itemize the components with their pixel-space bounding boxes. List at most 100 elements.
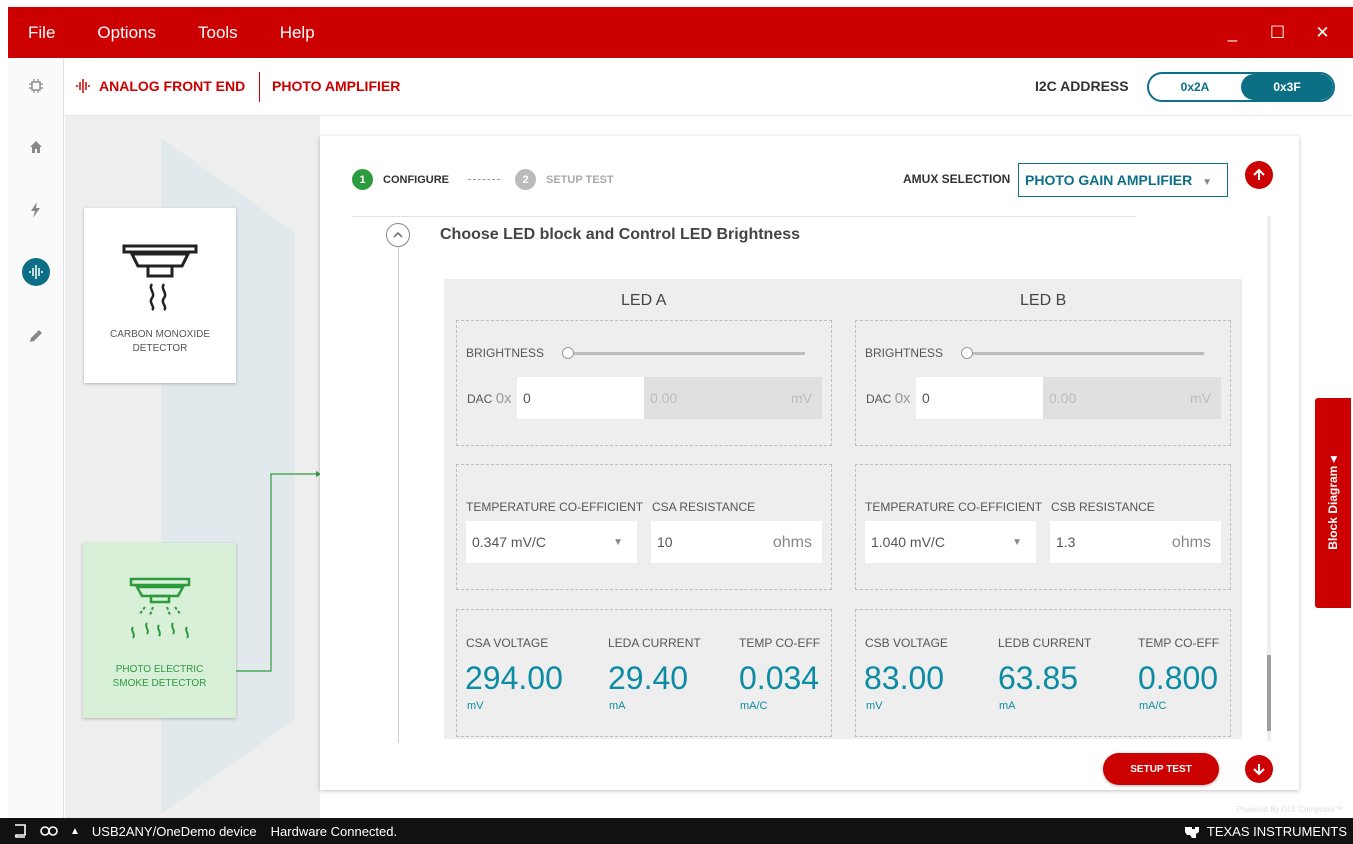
led-a-tc-dropdown[interactable]: 0.347 mV/C ▼ [466,521,637,563]
led-a-current-value: 29.40 [608,660,689,696]
step-configure[interactable]: 1 CONFIGURE [352,169,449,190]
section-title: Choose LED block and Control LED Brightn… [440,226,801,243]
led-b-readings-group: CSB VOLTAGE LEDB CURRENT TEMP CO-EFF 83.… [855,609,1231,737]
led-b-tc-dropdown[interactable]: 1.040 mV/C ▼ [865,521,1036,563]
analog-front-end-tab[interactable]: ANALOG FRONT END [75,78,245,94]
led-a-settings-group: TEMPERATURE CO-EFFICIENT CSA RESISTANCE … [456,464,832,590]
led-b-res-input[interactable]: 1.3 ohms [1050,521,1221,563]
amux-selection-dropdown[interactable]: PHOTO GAIN AMPLIFIER ▼ [1018,163,1228,197]
led-a-current-label: LEDA CURRENT [608,636,701,650]
led-b-current-label: LEDB CURRENT [998,636,1092,650]
led-a-mv-readout: 0.00 mV [644,377,822,419]
led-b-dac-label: DAC 0x [866,390,911,407]
led-b-brightness-slider[interactable] [966,352,1204,355]
ti-logo-icon [1184,826,1199,838]
led-a-tempcoeff-label: TEMP CO-EFF [739,636,821,650]
led-a-brightness-knob[interactable] [562,347,574,359]
led-b-brightness-label: BRIGHTNESS [865,346,944,360]
photo-amplifier-label[interactable]: PHOTO AMPLIFIER [272,78,400,94]
connector-line [236,471,321,672]
led-b-tempcoeff-value: 0.800 [1138,660,1219,696]
led-a-title: LED A [621,292,667,309]
led-b-mv-readout: 0.00 mV [1043,377,1221,419]
window-controls: _ ☐ ✕ [1210,7,1345,58]
minimize-button[interactable]: _ [1210,23,1255,43]
scrollbar-thumb[interactable] [1267,655,1271,731]
smoke-detector-icon [129,577,191,639]
led-b-res-label: CSB RESISTANCE [1051,500,1155,514]
carbon-monoxide-detector-card[interactable]: CARBON MONOXIDE DETECTOR [84,208,236,383]
connection-status: Hardware Connected. [270,823,398,839]
menu-tools[interactable]: Tools [177,23,259,43]
menu-bar: File Options Tools Help _ ☐ ✕ [8,7,1353,58]
i2c-option-0x3f[interactable]: 0x3F [1241,74,1333,100]
section-timeline [398,247,399,743]
led-b-current-value: 63.85 [998,660,1079,696]
i2c-address-toggle: 0x2A 0x3F [1147,72,1335,102]
led-a-dac-label: DAC 0x [467,390,512,407]
co-detector-icon [122,244,198,311]
led-a-tempcoeff-unit: mA/C [740,700,768,712]
block-diagram-label: Block Diagram ◂ [1326,456,1340,550]
page-header: ANALOG FRONT END PHOTO AMPLIFIER I2C ADD… [65,58,1353,116]
led-a-current-unit: mA [609,700,626,712]
led-b-brightness-group: BRIGHTNESS DAC 0x 0 0.00 mV [855,320,1231,446]
setup-test-button[interactable]: SETUP TEST [1103,753,1219,785]
led-a-dac-input[interactable]: 0 [517,377,644,419]
home-icon[interactable] [22,133,50,161]
icon-sidebar [8,58,64,818]
link-icon[interactable] [40,825,58,837]
led-a-voltage-unit: mV [467,700,484,712]
led-b-title: LED B [1020,292,1067,309]
photo-electric-smoke-detector-card[interactable]: PHOTO ELECTRIC SMOKE DETECTOR [83,543,236,718]
co-detector-label-1: CARBON MONOXIDE [109,329,210,340]
configure-panel: 1 CONFIGURE 2 SETUP TEST AMUX SELECTION … [320,136,1299,790]
collapse-chevron-up-icon[interactable] [386,223,410,247]
step-connector [468,179,500,180]
led-a-tc-label: TEMPERATURE CO-EFFICIENT [466,500,644,514]
close-button[interactable]: ✕ [1300,23,1345,43]
waveform-icon[interactable] [22,258,50,286]
led-a-brightness-slider[interactable] [567,352,805,355]
caret-up-icon[interactable]: ▲ [70,826,80,837]
step1-label: CONFIGURE [383,173,449,186]
i2c-option-0x2a[interactable]: 0x2A [1149,74,1241,100]
led-b-current-unit: mA [999,700,1016,712]
menu-file[interactable]: File [8,23,76,43]
block-diagram-tab[interactable]: Block Diagram ◂ [1315,398,1351,608]
flash-icon[interactable] [22,196,50,224]
chip-icon[interactable] [22,72,50,100]
led-b-dac-input[interactable]: 0 [916,377,1043,419]
led-a-tempcoeff-value: 0.034 [739,660,820,696]
block-diagram-area: CARBON MONOXIDE DETECTOR PHOTO ELECTRIC … [65,116,321,818]
device-label: USB2ANY/OneDemo device [91,823,257,839]
book-icon[interactable] [12,824,28,838]
arrow-down-icon[interactable] [1245,755,1273,783]
led-a-res-label: CSA RESISTANCE [652,500,756,514]
step-setup-test[interactable]: 2 SETUP TEST [515,169,614,190]
step1-number: 1 [352,169,373,190]
arrow-up-icon[interactable] [1245,161,1273,189]
step-divider [352,216,1136,217]
pe-detector-label-1: PHOTO ELECTRIC [115,664,204,675]
chevron-down-icon: ▼ [613,537,623,548]
led-b-voltage-value: 83.00 [864,660,945,696]
led-a-res-input[interactable]: 10 ohms [651,521,822,563]
amux-selection-label: AMUX SELECTION [903,172,1011,186]
menu-options[interactable]: Options [76,23,177,43]
chevron-down-icon: ▼ [1202,177,1213,188]
led-a-brightness-label: BRIGHTNESS [466,346,545,360]
led-b-brightness-knob[interactable] [961,347,973,359]
menu-help[interactable]: Help [259,23,336,43]
pencil-icon[interactable] [22,322,50,350]
step2-label: SETUP TEST [546,173,614,186]
led-b-tempcoeff-label: TEMP CO-EFF [1138,636,1220,650]
amux-selected-value: PHOTO GAIN AMPLIFIER [1025,172,1193,188]
led-b-tempcoeff-unit: mA/C [1139,700,1167,712]
led-a-voltage-value: 294.00 [465,660,563,696]
maximize-button[interactable]: ☐ [1255,23,1300,43]
led-a-readings-group: CSA VOLTAGE LEDA CURRENT TEMP CO-EFF 294… [456,609,832,737]
led-a-voltage-label: CSA VOLTAGE [466,636,549,650]
analog-front-end-label: ANALOG FRONT END [99,78,246,94]
i2c-address-label: I2C ADDRESS [1035,78,1129,94]
